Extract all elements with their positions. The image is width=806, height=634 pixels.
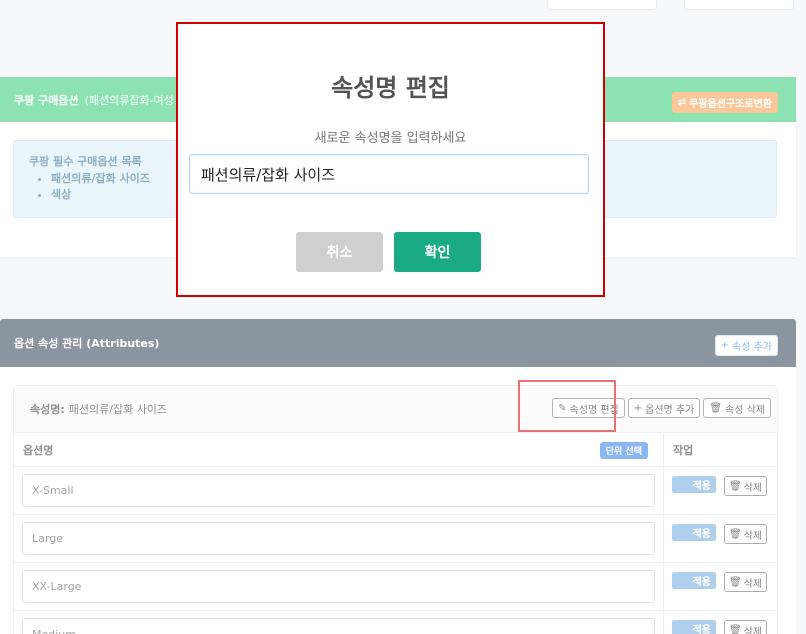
modal-title: 속성명 편집 bbox=[331, 74, 450, 102]
attribute-name-input[interactable] bbox=[189, 154, 589, 194]
confirm-button[interactable]: 확인 bbox=[394, 232, 481, 272]
cancel-button[interactable]: 취소 bbox=[296, 232, 383, 272]
modal-label: 새로운 속성명을 입력하세요 bbox=[314, 131, 467, 146]
edit-attribute-modal: 속성명 편집 새로운 속성명을 입력하세요 취소 확인 bbox=[176, 22, 605, 297]
